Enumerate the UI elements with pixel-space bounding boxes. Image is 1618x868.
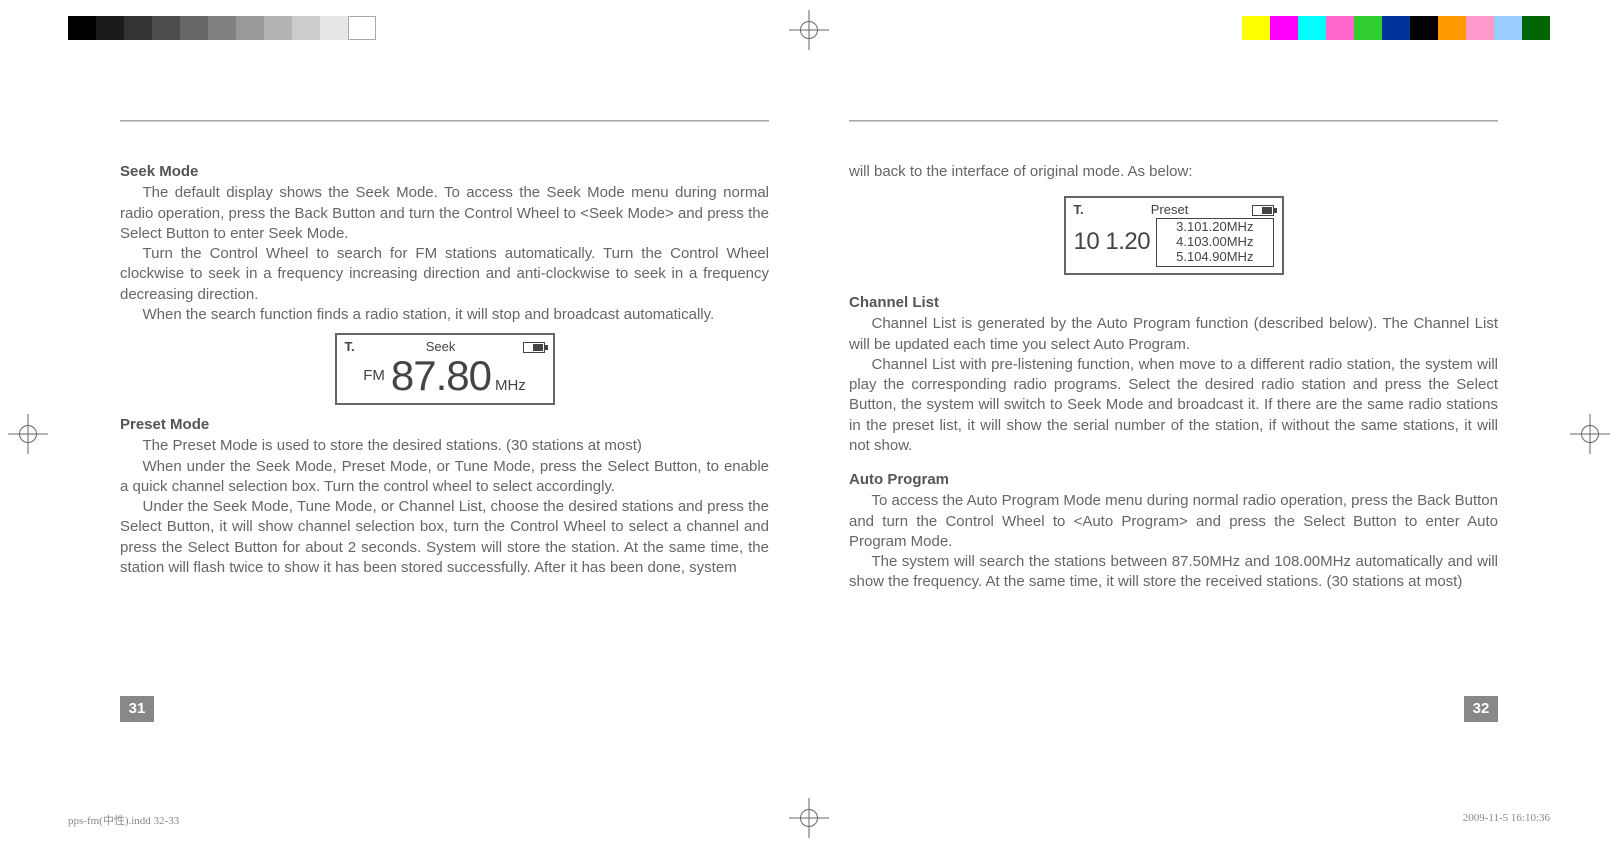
lcd-preset-list: 3.101.20MHz 4.103.00MHz 5.104.90MHz [1156, 218, 1273, 267]
preset-paragraph-1: The Preset Mode is used to store the des… [120, 436, 769, 456]
lcd-frequency: 87.80 [391, 355, 491, 397]
page-number-left: 31 [120, 696, 154, 722]
auto-program-paragraph-1: To access the Auto Program Mode menu dur… [849, 491, 1498, 552]
preset-paragraph-3: Under the Seek Mode, Tune Mode, or Chann… [120, 497, 769, 578]
preset-row-2: 4.103.00MHz [1161, 235, 1268, 250]
signal-icon: T. [1074, 201, 1084, 219]
preset-row-1: 3.101.20MHz [1161, 220, 1268, 235]
channel-list-paragraph-2: Channel List with pre-listening function… [849, 355, 1498, 456]
grayscale-colorbar [68, 16, 376, 40]
battery-icon [523, 342, 545, 353]
seek-mode-paragraph-2: Turn the Control Wheel to search for FM … [120, 244, 769, 305]
preset-paragraph-2: When under the Seek Mode, Preset Mode, o… [120, 457, 769, 498]
page-spread: Seek Mode The default display shows the … [120, 120, 1498, 718]
signal-icon: T. [345, 338, 355, 356]
auto-program-heading: Auto Program [849, 470, 1498, 490]
cmyk-colorbar [1242, 16, 1550, 40]
footer-filename: pps-fm(中性).indd 32-33 [68, 812, 179, 828]
registration-mark-left [8, 414, 48, 454]
footer-timestamp: 2009-11-5 16:10:36 [1463, 812, 1550, 828]
lcd-mode-label: Preset [1088, 201, 1252, 219]
registration-mark-top [789, 10, 829, 50]
preset-row-3: 5.104.90MHz [1161, 250, 1268, 265]
page-left: Seek Mode The default display shows the … [120, 120, 769, 718]
header-rule [120, 120, 769, 122]
lcd-unit: MHz [495, 376, 526, 396]
footer: pps-fm(中性).indd 32-33 2009-11-5 16:10:36 [68, 812, 1550, 828]
channel-list-heading: Channel List [849, 293, 1498, 313]
header-rule [849, 120, 1498, 122]
channel-list-paragraph-1: Channel List is generated by the Auto Pr… [849, 314, 1498, 355]
lcd-preset-display: T. Preset 10 1.20 3.101.20MHz 4.103.00MH… [1064, 196, 1284, 275]
seek-mode-heading: Seek Mode [120, 162, 769, 182]
registration-mark-right [1570, 414, 1610, 454]
seek-mode-paragraph-1: The default display shows the Seek Mode.… [120, 183, 769, 244]
lcd-preset-number: 10 1.20 [1074, 226, 1151, 258]
page-number-right: 32 [1464, 696, 1498, 722]
battery-icon [1252, 205, 1274, 216]
lcd-band: FM [363, 366, 385, 386]
page-right: will back to the interface of original m… [849, 120, 1498, 718]
preset-mode-heading: Preset Mode [120, 415, 769, 435]
seek-mode-paragraph-3: When the search function finds a radio s… [120, 305, 769, 325]
auto-program-paragraph-2: The system will search the stations betw… [849, 552, 1498, 593]
continuation-paragraph: will back to the interface of original m… [849, 162, 1498, 182]
lcd-seek-display: T. Seek FM 87.80 MHz [335, 333, 555, 405]
